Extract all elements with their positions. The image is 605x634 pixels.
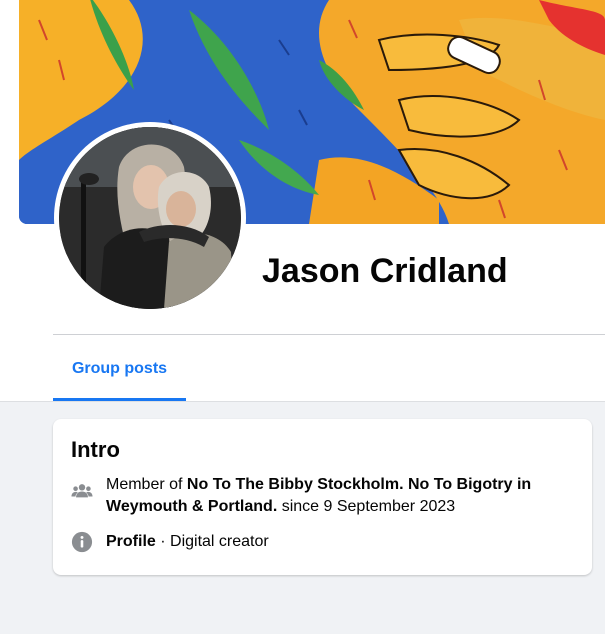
info-icon <box>71 531 93 553</box>
tab-group-posts[interactable]: Group posts <box>53 340 186 401</box>
profile-separator: · <box>155 533 171 550</box>
profile-label: Profile <box>106 533 156 550</box>
intro-card: Intro Member of No To The Bibby Stockhol… <box>53 419 592 575</box>
header-separator <box>0 401 605 402</box>
profile-category: Digital creator <box>170 533 269 550</box>
intro-title: Intro <box>71 437 120 462</box>
avatar-photo <box>59 127 241 309</box>
profile-type-text: Profile · Digital creator <box>106 531 269 553</box>
people-icon <box>71 484 93 498</box>
membership-prefix: Member of <box>106 476 187 493</box>
tab-divider <box>53 334 605 335</box>
membership-since: since 9 September 2023 <box>277 498 456 515</box>
membership-text: Member of No To The Bibby Stockholm. No … <box>106 474 576 518</box>
profile-name: Jason Cridland <box>262 252 508 290</box>
avatar[interactable] <box>59 127 241 309</box>
